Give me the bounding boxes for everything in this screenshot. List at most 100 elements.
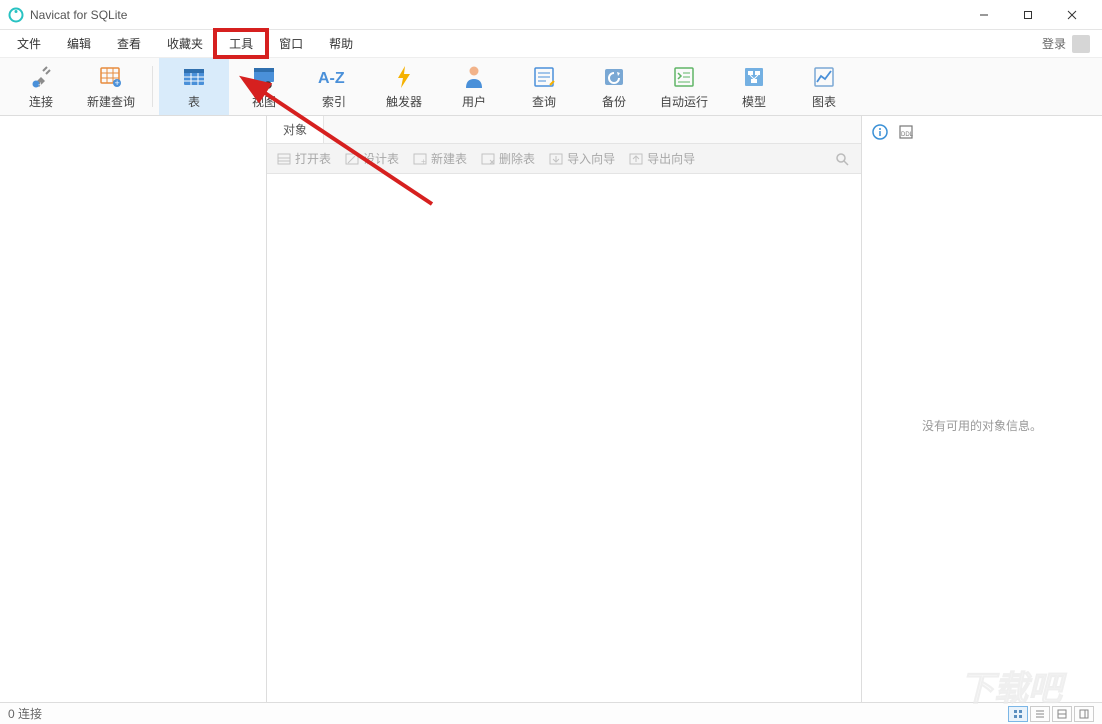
object-toolbar: 打开表 设计表 + 新建表 删除表 导入向导 导出向导: [267, 144, 861, 174]
chart-icon: [811, 64, 837, 90]
menu-favorites[interactable]: 收藏夹: [154, 31, 216, 56]
status-bar: 0 连接: [0, 702, 1102, 724]
toolbar-backup-label: 备份: [602, 93, 626, 110]
query-icon: [531, 64, 557, 90]
info-panel-icons: DDL: [862, 116, 1102, 148]
export-icon: [629, 152, 643, 166]
action-design-table[interactable]: 设计表: [341, 148, 403, 169]
object-list-area[interactable]: [267, 174, 861, 702]
view-mode-details[interactable]: [1052, 706, 1072, 722]
backup-icon: [601, 64, 627, 90]
toolbar-index-label: 索引: [322, 93, 346, 110]
connection-tree-panel[interactable]: [0, 116, 267, 702]
view-mode-list[interactable]: [1030, 706, 1050, 722]
table-icon: [181, 64, 207, 90]
menu-help[interactable]: 帮助: [316, 31, 366, 56]
model-icon: [741, 64, 767, 90]
toolbar-new-query-label: 新建查询: [87, 93, 135, 110]
toolbar-view-label: 视图: [252, 93, 276, 110]
autorun-icon: [671, 64, 697, 90]
toolbar-index[interactable]: A-Z 索引: [299, 58, 369, 115]
info-panel-empty: 没有可用的对象信息。: [862, 148, 1102, 702]
action-new-table-label: 新建表: [431, 150, 467, 167]
object-search[interactable]: [835, 152, 855, 166]
user-icon: [463, 64, 485, 90]
svg-text:DDL: DDL: [901, 132, 914, 138]
toolbar-backup[interactable]: 备份: [579, 58, 649, 115]
import-icon: [549, 152, 563, 166]
action-import-wizard[interactable]: 导入向导: [545, 148, 619, 169]
action-design-table-label: 设计表: [363, 150, 399, 167]
menu-window[interactable]: 窗口: [266, 31, 316, 56]
toolbar-model-label: 模型: [742, 93, 766, 110]
title-bar: Navicat for SQLite: [0, 0, 1102, 30]
main-toolbar: + 连接 + 新建查询 表 视图 A-Z 索引 触发器: [0, 58, 1102, 116]
status-connection-count: 0 连接: [8, 705, 42, 722]
table-small-icon: [277, 152, 291, 166]
app-icon: [8, 7, 24, 23]
action-open-table[interactable]: 打开表: [273, 148, 335, 169]
avatar-icon: [1072, 35, 1090, 53]
login-label: 登录: [1042, 35, 1066, 52]
action-delete-table[interactable]: 删除表: [477, 148, 539, 169]
info-icon[interactable]: [872, 124, 888, 140]
menu-bar: 文件 编辑 查看 收藏夹 工具 窗口 帮助 登录: [0, 30, 1102, 58]
toolbar-view[interactable]: 视图: [229, 58, 299, 115]
design-icon: [345, 152, 359, 166]
svg-text:A-Z: A-Z: [318, 70, 345, 87]
toolbar-chart-label: 图表: [812, 93, 836, 110]
toolbar-query-label: 查询: [532, 93, 556, 110]
toolbar-autorun-label: 自动运行: [660, 93, 708, 110]
new-table-icon: +: [413, 152, 427, 166]
toolbar-table-label: 表: [188, 93, 200, 110]
menu-tools[interactable]: 工具: [216, 31, 266, 56]
toolbar-new-query[interactable]: + 新建查询: [76, 58, 146, 115]
action-delete-table-label: 删除表: [499, 150, 535, 167]
plug-icon: +: [28, 64, 54, 90]
action-export-label: 导出向导: [647, 150, 695, 167]
toolbar-user-label: 用户: [462, 93, 486, 110]
toolbar-connection[interactable]: + 连接: [6, 58, 76, 115]
delete-table-icon: [481, 152, 495, 166]
menu-file[interactable]: 文件: [4, 31, 54, 56]
view-mode-group: [1008, 706, 1094, 722]
object-tab[interactable]: 对象: [267, 116, 324, 143]
toolbar-table[interactable]: 表: [159, 58, 229, 115]
menu-view[interactable]: 查看: [104, 31, 154, 56]
bolt-icon: [394, 64, 414, 90]
toolbar-trigger-label: 触发器: [386, 93, 422, 110]
svg-text:+: +: [115, 78, 120, 88]
login-area[interactable]: 登录: [1042, 35, 1098, 53]
toolbar-separator: [152, 66, 153, 107]
toolbar-trigger[interactable]: 触发器: [369, 58, 439, 115]
maximize-button[interactable]: [1006, 0, 1050, 30]
object-tab-strip: 对象: [267, 116, 861, 144]
action-open-table-label: 打开表: [295, 150, 331, 167]
toolbar-model[interactable]: 模型: [719, 58, 789, 115]
toolbar-chart[interactable]: 图表: [789, 58, 859, 115]
action-export-wizard[interactable]: 导出向导: [625, 148, 699, 169]
ddl-icon[interactable]: DDL: [898, 124, 914, 140]
view-mode-panel[interactable]: [1074, 706, 1094, 722]
menu-edit[interactable]: 编辑: [54, 31, 104, 56]
view-icon: [251, 64, 277, 90]
center-panel: 对象 打开表 设计表 + 新建表 删除表 导入向导: [267, 116, 862, 702]
search-icon: [835, 152, 849, 166]
svg-text:+: +: [38, 80, 43, 90]
toolbar-connection-label: 连接: [29, 93, 53, 110]
toolbar-query[interactable]: 查询: [509, 58, 579, 115]
action-import-label: 导入向导: [567, 150, 615, 167]
grid-plus-icon: +: [98, 64, 124, 90]
window-controls: [962, 0, 1094, 30]
action-new-table[interactable]: + 新建表: [409, 148, 471, 169]
minimize-button[interactable]: [962, 0, 1006, 30]
az-icon: A-Z: [317, 64, 351, 90]
svg-text:+: +: [421, 157, 426, 166]
main-area: 对象 打开表 设计表 + 新建表 删除表 导入向导: [0, 116, 1102, 702]
window-title: Navicat for SQLite: [30, 8, 127, 22]
toolbar-autorun[interactable]: 自动运行: [649, 58, 719, 115]
close-button[interactable]: [1050, 0, 1094, 30]
toolbar-user[interactable]: 用户: [439, 58, 509, 115]
info-panel: DDL 没有可用的对象信息。: [862, 116, 1102, 702]
view-mode-grid[interactable]: [1008, 706, 1028, 722]
